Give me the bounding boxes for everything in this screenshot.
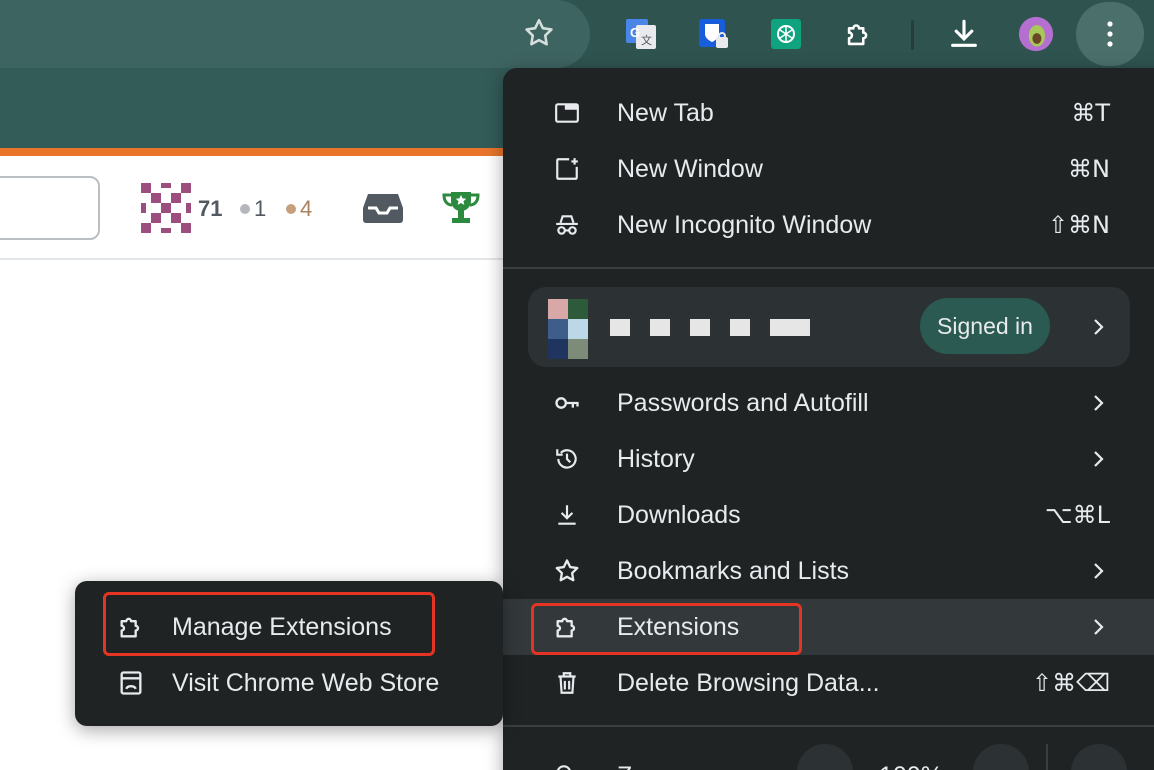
profile-avatar	[548, 299, 588, 359]
profile-avatar-icon[interactable]	[1018, 16, 1054, 52]
reputation-count: 71	[198, 196, 223, 221]
menu-item-bookmarks-lists[interactable]: Bookmarks and Lists	[503, 543, 1154, 599]
submenu-item-visit-web-store[interactable]: Visit Chrome Web Store	[75, 655, 503, 711]
zoom-out-button[interactable]	[797, 744, 853, 770]
shortcut-label: ⇧⌘N	[1047, 211, 1110, 239]
bronze-badge-dot	[286, 204, 296, 214]
incognito-icon	[553, 211, 581, 239]
menu-item-label: Bookmarks and Lists	[617, 557, 850, 585]
menu-item-history[interactable]: History	[503, 431, 1154, 487]
menu-item-new-incognito-window[interactable]: New Incognito Window ⇧⌘N	[503, 197, 1154, 253]
more-menu-icon[interactable]	[1076, 2, 1144, 66]
menu-item-label: Passwords and Autofill	[617, 389, 869, 417]
zoom-in-button[interactable]	[973, 744, 1029, 770]
menu-divider	[503, 725, 1154, 727]
shortcut-label: ⇧⌘⌫	[1031, 669, 1110, 697]
browser-titlebar: G文	[0, 0, 1154, 68]
menu-item-label: New Incognito Window	[617, 211, 872, 239]
inbox-icon[interactable]	[362, 190, 404, 229]
new-tab-icon	[553, 99, 581, 127]
chatgpt-icon[interactable]	[768, 16, 804, 52]
menu-item-label: Delete Browsing Data...	[617, 669, 880, 697]
svg-text:文: 文	[641, 33, 652, 47]
site-search-input[interactable]	[0, 176, 100, 240]
chevron-right-icon	[1094, 395, 1104, 411]
toolbar-separator	[911, 20, 914, 50]
zoom-row: Zoom 100%	[503, 736, 1154, 770]
history-icon	[553, 445, 581, 473]
shortcut-label: ⌘T	[1071, 99, 1110, 127]
chevron-right-icon	[1094, 451, 1104, 467]
zoom-separator	[1046, 744, 1048, 770]
zoom-magnifier-icon	[553, 762, 579, 770]
menu-item-label: Downloads	[617, 501, 741, 529]
profile-row[interactable]: Signed in	[528, 287, 1130, 367]
trash-icon	[553, 669, 581, 697]
download-icon	[553, 501, 581, 529]
menu-item-label: New Tab	[617, 99, 714, 127]
menu-item-passwords-autofill[interactable]: Passwords and Autofill	[503, 375, 1154, 431]
svg-text:G: G	[630, 25, 640, 40]
new-window-icon	[553, 155, 581, 183]
star-icon	[553, 557, 581, 585]
chrome-main-menu: New Tab ⌘T New Window ⌘N New Incognito W…	[503, 68, 1154, 770]
signed-in-chip[interactable]: Signed in	[920, 298, 1050, 354]
menu-item-label: New Window	[617, 155, 763, 183]
zoom-label: Zoom	[617, 762, 681, 770]
chevron-right-icon	[1094, 319, 1104, 335]
extensions-puzzle-icon[interactable]	[841, 16, 877, 52]
fullscreen-button[interactable]	[1071, 744, 1127, 770]
menu-item-label: History	[617, 445, 695, 473]
annotation-highlight-manage-extensions	[103, 592, 435, 656]
shortcut-label: ⌥⌘L	[1044, 501, 1110, 529]
annotation-highlight-extensions	[531, 603, 802, 655]
download-icon[interactable]	[946, 16, 982, 52]
silver-badge-value: 1	[254, 196, 267, 221]
bronze-badge-value: 4	[300, 196, 313, 221]
bronze-badge-count: 4	[286, 196, 312, 222]
menu-divider	[503, 267, 1154, 269]
chevron-right-icon	[1094, 619, 1104, 635]
bookmark-star-icon[interactable]	[522, 16, 556, 50]
bitwarden-icon[interactable]	[696, 16, 732, 52]
redacted-profile-name	[610, 319, 810, 337]
achievements-trophy-icon[interactable]	[442, 190, 480, 231]
key-icon	[553, 389, 581, 417]
web-store-icon	[117, 669, 145, 697]
menu-item-new-tab[interactable]: New Tab ⌘T	[503, 85, 1154, 141]
menu-item-downloads[interactable]: Downloads ⌥⌘L	[503, 487, 1154, 543]
menu-item-delete-browsing-data[interactable]: Delete Browsing Data... ⇧⌘⌫	[503, 655, 1154, 711]
shortcut-label: ⌘N	[1068, 155, 1110, 183]
menu-item-new-window[interactable]: New Window ⌘N	[503, 141, 1154, 197]
silver-badge-count: 1	[240, 196, 266, 222]
address-bar[interactable]	[0, 0, 590, 68]
google-translate-icon[interactable]: G文	[623, 16, 659, 52]
submenu-item-label: Visit Chrome Web Store	[172, 669, 440, 697]
silver-badge-dot	[240, 204, 250, 214]
chevron-right-icon	[1094, 563, 1104, 579]
user-avatar-icon[interactable]	[141, 183, 191, 233]
zoom-value: 100%	[879, 762, 943, 770]
